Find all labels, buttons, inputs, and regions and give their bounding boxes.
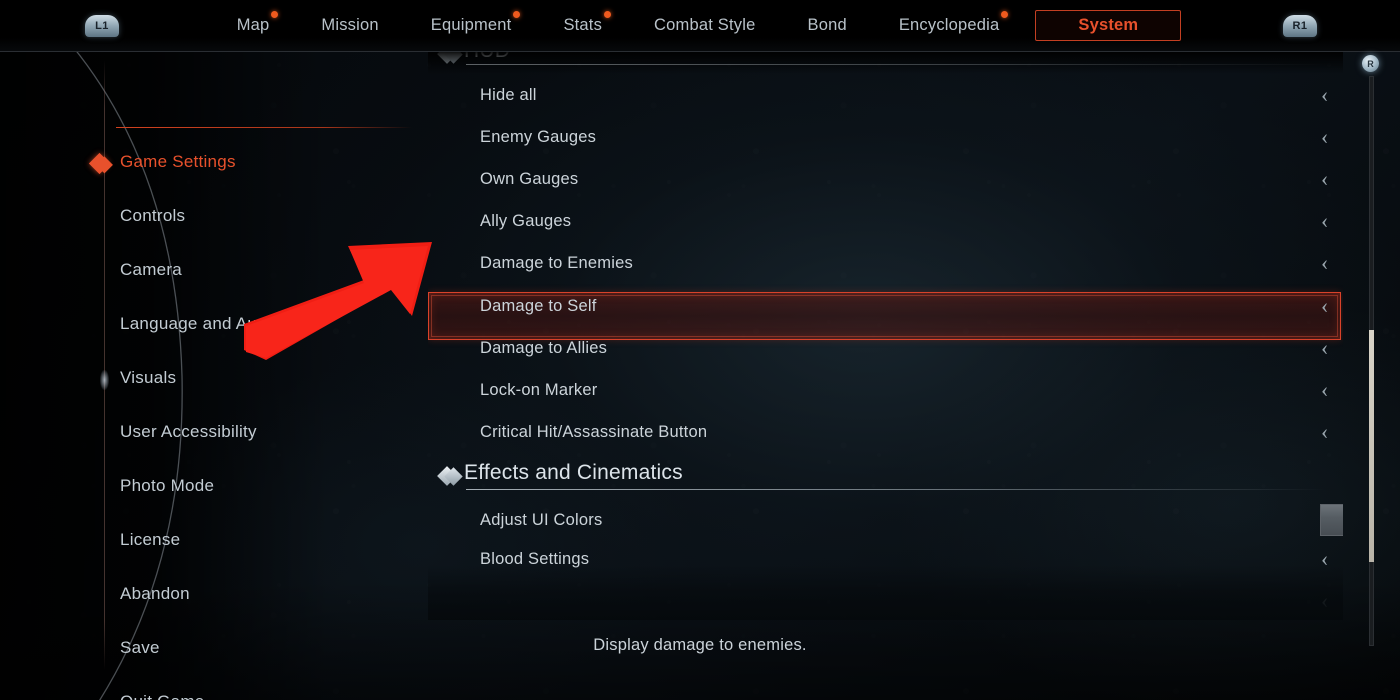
setting-row-own-gauges[interactable]: Own Gauges ‹ On › <box>428 158 1343 200</box>
sidebar-item-label: Controls <box>120 206 186 225</box>
nav-item-system[interactable]: System <box>1035 10 1182 41</box>
sidebar-item-label: Photo Mode <box>120 476 215 495</box>
sidebar-scroll-rail[interactable] <box>104 60 105 670</box>
setting-label: Critical Hit/Assassinate Button <box>480 422 708 441</box>
decrement-arrow-icon[interactable]: ‹ <box>1321 548 1328 570</box>
sidebar-item-language-and-audio[interactable]: Language and Audio <box>120 314 281 334</box>
sidebar-item-visuals[interactable]: Visuals <box>120 368 176 388</box>
nav-item-label: Stats <box>563 16 603 34</box>
notification-badge-icon <box>1001 11 1009 18</box>
setting-label: Enemy Gauges <box>480 127 597 146</box>
sidebar-item-label: Game Settings <box>120 152 236 171</box>
sidebar-active-marker-icon <box>88 152 111 175</box>
setting-label: Hide all <box>480 85 537 104</box>
section-title: Effects and Cinematics <box>464 461 683 484</box>
decrement-arrow-icon[interactable]: ‹ <box>1321 379 1328 401</box>
nav-item-encyclopedia[interactable]: Encyclopedia <box>873 11 1026 35</box>
nav-items-container: Map Mission Equipment Stats Combat Style… <box>119 10 1283 41</box>
setting-description-text: Display damage to enemies. <box>593 636 807 654</box>
setting-label: Ally Gauges <box>480 211 572 230</box>
sidebar-item-label: Camera <box>120 260 182 279</box>
setting-row-critical-hit-assassinate-button[interactable]: Critical Hit/Assassinate Button ‹ On › <box>428 411 1343 453</box>
section-rule-effects <box>466 489 1326 490</box>
sidebar-active-underline <box>116 127 412 128</box>
decrement-arrow-icon[interactable]: ‹ <box>1321 337 1328 359</box>
nav-item-label: Equipment <box>430 16 512 34</box>
decrement-arrow-icon[interactable]: ‹ <box>1321 168 1328 190</box>
sidebar-item-label: Visuals <box>120 368 177 387</box>
nav-item-label: Map <box>236 16 270 34</box>
setting-label: Damage to Enemies <box>480 253 633 272</box>
nav-item-bond[interactable]: Bond <box>782 16 873 35</box>
notification-badge-icon <box>604 11 612 18</box>
setting-row-enemy-gauges[interactable]: Enemy Gauges ‹ On › <box>428 116 1343 158</box>
decrement-arrow-icon[interactable]: ‹ <box>1321 252 1328 274</box>
l1-bumper-button[interactable]: L1 <box>85 14 119 37</box>
notification-badge-icon <box>271 11 279 18</box>
setting-label: Adjust UI Colors <box>480 510 603 529</box>
setting-row-damage-to-enemies[interactable]: Damage to Enemies ‹ On › <box>428 242 1343 284</box>
sidebar-item-label: Abandon <box>120 584 190 603</box>
right-stick-scroll-icon: R <box>1362 55 1379 72</box>
setting-label: Lock-on Marker <box>480 380 598 399</box>
sidebar-item-abandon[interactable]: Abandon <box>120 584 190 604</box>
setting-row-blood-settings[interactable]: Blood Settings ‹ Standard › <box>428 538 1343 580</box>
sidebar-item-photo-mode[interactable]: Photo Mode <box>120 476 214 496</box>
decrement-arrow-icon[interactable]: ‹ <box>1321 84 1328 106</box>
sidebar-item-controls[interactable]: Controls <box>120 206 185 226</box>
sidebar-item-label: License <box>120 530 181 549</box>
decrement-arrow-icon[interactable]: ‹ <box>1321 126 1328 148</box>
top-navigation-bar: L1 Map Mission Equipment Stats Combat St… <box>0 0 1400 52</box>
setting-label: Blood Settings <box>480 549 590 568</box>
nav-item-label: System <box>1078 16 1139 34</box>
settings-panel: HUD Hide all ‹ Off › Enemy Gauges ‹ On ›… <box>428 52 1343 612</box>
sidebar-item-label: Quit Game <box>120 692 204 700</box>
sidebar-item-camera[interactable]: Camera <box>120 260 182 280</box>
section-title: HUD <box>464 52 510 61</box>
sidebar-item-label: Language and Audio <box>120 314 281 333</box>
section-header-effects-and-cinematics: Effects and Cinematics <box>437 461 683 486</box>
setting-label: Damage to Allies <box>480 338 608 357</box>
nav-item-label: Bond <box>807 16 847 34</box>
sidebar-item-quit-game[interactable]: Quit Game <box>120 692 204 700</box>
setting-row-lock-on-marker[interactable]: Lock-on Marker ‹ On › <box>428 369 1343 411</box>
decrement-arrow-icon[interactable]: ‹ <box>1321 421 1328 443</box>
r1-bumper-button[interactable]: R1 <box>1283 14 1317 37</box>
setting-row-damage-to-allies[interactable]: Damage to Allies ‹ Off › <box>428 327 1343 369</box>
notification-badge-icon <box>513 11 521 18</box>
nav-item-stats[interactable]: Stats <box>537 11 628 35</box>
decrement-arrow-icon[interactable]: ‹ <box>1321 295 1328 317</box>
nav-item-combat-style[interactable]: Combat Style <box>628 16 781 35</box>
setting-label: Own Gauges <box>480 169 579 188</box>
setting-label: Damage to Self <box>480 296 597 315</box>
decrement-arrow-icon[interactable]: ‹ <box>1321 210 1328 232</box>
nav-item-equipment[interactable]: Equipment <box>405 11 538 35</box>
setting-row-ally-gauges[interactable]: Ally Gauges ‹ On › <box>428 200 1343 242</box>
section-header-hud: HUD <box>437 52 510 64</box>
nav-item-map[interactable]: Map <box>211 11 296 35</box>
setting-row-damage-to-self[interactable]: Damage to Self ‹ Off › <box>428 285 1343 327</box>
scrollbar-thumb[interactable] <box>1369 330 1374 562</box>
setting-row-hide-all[interactable]: Hide all ‹ Off › <box>428 74 1343 116</box>
sidebar-item-label: User Accessibility <box>120 422 257 441</box>
sidebar-item-game-settings[interactable]: Game Settings <box>120 152 236 172</box>
setting-row-adjust-ui-colors[interactable]: Adjust UI Colors Off <box>428 496 1343 544</box>
nav-item-label: Combat Style <box>654 16 756 34</box>
sidebar-item-user-accessibility[interactable]: User Accessibility <box>120 422 257 442</box>
nav-item-mission[interactable]: Mission <box>295 16 404 35</box>
adjust-ui-colors-button[interactable]: Off <box>1320 504 1343 536</box>
sidebar-item-license[interactable]: License <box>120 530 180 550</box>
section-rule-hud <box>466 64 1326 65</box>
setting-row-partially-visible[interactable]: ‹ On › <box>428 580 1343 612</box>
settings-sidebar: Game Settings Controls Camera Language a… <box>0 52 420 700</box>
nav-item-label: Mission <box>321 16 379 34</box>
decrement-arrow-icon[interactable]: ‹ <box>1321 590 1328 612</box>
sidebar-scroll-thumb[interactable] <box>100 370 109 390</box>
nav-item-label: Encyclopedia <box>898 16 1000 34</box>
